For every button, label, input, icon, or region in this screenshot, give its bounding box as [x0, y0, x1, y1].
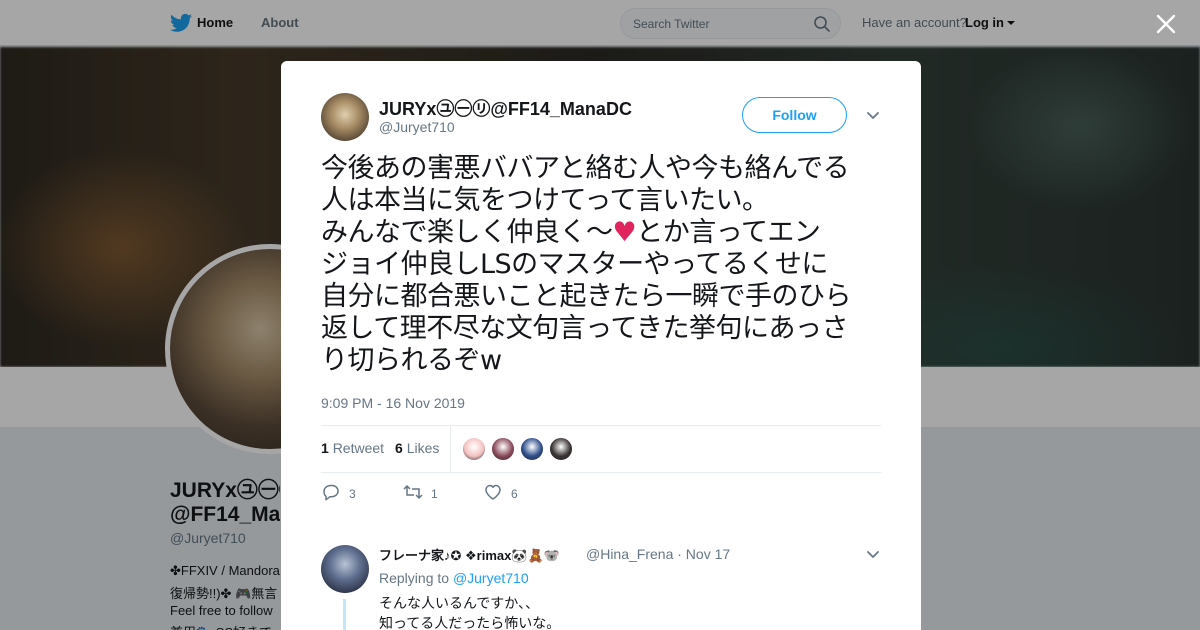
- close-icon[interactable]: [1155, 13, 1177, 35]
- divider: [450, 426, 451, 472]
- retweet-stat-label: Retweet: [332, 440, 385, 456]
- like-stat-label: Likes: [406, 440, 440, 456]
- tweet-text: 今後あの害悪ババアと絡む人や今も絡んでる 人は本当に気をつけてって言いたい。 み…: [321, 153, 883, 377]
- reply-author-handle[interactable]: @Hina_Frena · Nov 17: [586, 546, 730, 562]
- chevron-down-icon[interactable]: [866, 111, 880, 121]
- chevron-down-icon[interactable]: [866, 550, 880, 560]
- retweet-stat-count: 1: [321, 440, 329, 456]
- tweet-timestamp[interactable]: 9:09 PM - 16 Nov 2019: [321, 395, 465, 411]
- follow-button[interactable]: Follow: [742, 97, 847, 133]
- reply-icon[interactable]: [321, 483, 341, 501]
- reply-author-name[interactable]: フレーナ家♪✪ ❖rimax🐼🧸🐨: [379, 545, 560, 564]
- tweet-stats: 1 Retweet 6 Likes: [321, 425, 881, 473]
- tweet-author-name[interactable]: JURYx㋴㊀㋷@FF14_ManaDC: [379, 95, 632, 121]
- replying-to-link[interactable]: @Juryet710: [453, 570, 529, 586]
- tweet-actions: 3 1 6: [321, 483, 621, 505]
- like-stat-count: 6: [395, 440, 403, 456]
- retweet-stat[interactable]: 1 Retweet: [321, 440, 384, 456]
- liker-avatar[interactable]: [462, 437, 486, 461]
- tweet-text-segment: みんなで楽しく仲良く～: [321, 217, 613, 248]
- thread-line: [343, 599, 346, 630]
- replying-to-label: Replying to: [379, 570, 450, 586]
- retweet-count: 1: [431, 487, 438, 501]
- like-stat[interactable]: 6 Likes: [395, 440, 439, 456]
- tweet-text-paragraph: 今後あの害悪ババアと絡む人や今も絡んでる 人は本当に気をつけてって言いたい。: [321, 153, 850, 216]
- liker-avatar[interactable]: [491, 437, 515, 461]
- like-count: 6: [511, 487, 518, 501]
- heart-emoji-icon: ♥: [612, 217, 637, 248]
- liker-avatar[interactable]: [520, 437, 544, 461]
- retweet-icon[interactable]: [403, 483, 423, 501]
- tweet-permalink-modal: JURYx㋴㊀㋷@FF14_ManaDC @Juryet710 Follow 今…: [281, 61, 921, 630]
- liker-avatar[interactable]: [549, 437, 573, 461]
- heart-icon[interactable]: [483, 483, 503, 501]
- tweet-text-paragraph: みんなで楽しく仲良く～♥とか言ってエン ジョイ仲良しLSのマスターやってるくせに…: [321, 217, 883, 377]
- reply-count: 3: [349, 487, 356, 501]
- tweet-author-avatar[interactable]: [321, 93, 369, 141]
- replying-to: Replying to @Juryet710: [379, 570, 529, 586]
- reply-author-avatar[interactable]: [321, 545, 369, 593]
- reply-text: そんな人いるんですか、、 知ってる人だったら怖いな。: [379, 596, 561, 630]
- tweet-author-handle[interactable]: @Juryet710: [379, 119, 455, 135]
